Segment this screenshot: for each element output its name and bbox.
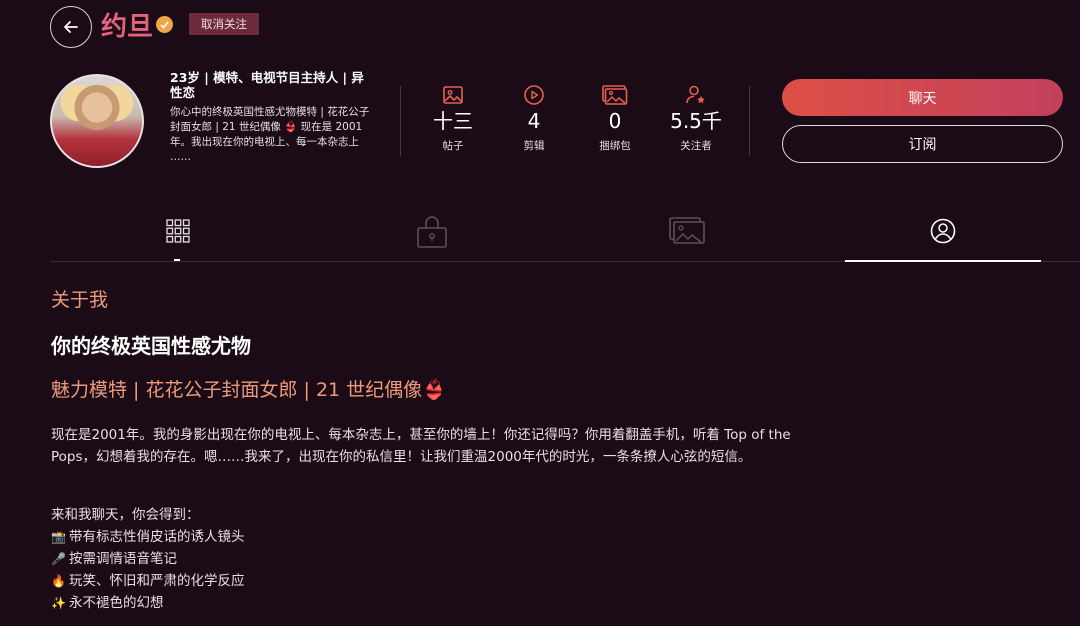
gallery-icon bbox=[669, 216, 705, 244]
about-list-intro: 来和我聊天，你会得到： bbox=[51, 507, 200, 523]
profile-tabs bbox=[50, 200, 1080, 262]
lock-icon bbox=[417, 215, 447, 248]
fire-icon: 🔥 bbox=[51, 574, 66, 588]
list-item-text: 按需调情语音笔记 bbox=[69, 551, 177, 567]
about-heading: 关于我 bbox=[51, 289, 109, 311]
list-item: 🔥 玩笑、怀旧和严肃的化学反应 bbox=[51, 570, 245, 592]
stat-bundles-value: 0 bbox=[608, 109, 622, 133]
sparkles-icon: ✨ bbox=[51, 596, 66, 610]
stat-followers-value: 5.5千 bbox=[670, 109, 722, 133]
list-item-text: 带有标志性俏皮话的诱人镜头 bbox=[69, 529, 245, 545]
stat-clips-label: 剪辑 bbox=[523, 140, 545, 152]
image-icon bbox=[443, 86, 463, 104]
subscribe-button[interactable]: 订阅 bbox=[782, 125, 1063, 163]
stats-divider-right bbox=[749, 86, 750, 156]
list-item: ✨ 永不褪色的幻想 bbox=[51, 592, 245, 614]
profile-icon bbox=[930, 218, 956, 243]
list-item: 📸 带有标志性俏皮话的诱人镜头 bbox=[51, 526, 245, 548]
play-icon bbox=[524, 85, 544, 105]
tab-bundles[interactable] bbox=[589, 200, 785, 261]
camera-icon: 📸 bbox=[51, 530, 66, 544]
tab-grid-indicator bbox=[174, 259, 180, 261]
bio-text: 你心中的终极英国性感尤物模特 | 花花公子封面女郎 | 21 世纪偶像 👙 现在… bbox=[170, 106, 370, 163]
unfollow-button[interactable]: 取消关注 bbox=[189, 13, 259, 35]
about-title: 你的终极英国性感尤物 bbox=[51, 334, 251, 358]
stat-posts-value: 十三 bbox=[433, 109, 473, 133]
list-item-text: 玩笑、怀旧和严肃的化学反应 bbox=[69, 573, 245, 589]
stat-clips-value: 4 bbox=[527, 109, 541, 133]
stat-clips[interactable]: 4 剪辑 bbox=[494, 84, 574, 153]
stat-posts-label: 帖子 bbox=[442, 140, 464, 152]
arrow-left-icon bbox=[64, 21, 78, 33]
back-button[interactable] bbox=[50, 6, 92, 48]
stats-divider-left bbox=[400, 86, 401, 156]
microphone-icon: 🎤 bbox=[51, 552, 66, 566]
stat-posts[interactable]: 十三 帖子 bbox=[413, 84, 493, 153]
list-item: 🎤 按需调情语音笔记 bbox=[51, 548, 245, 570]
about-subtitle: 魅力模特 | 花花公子封面女郎 | 21 世纪偶像👙 bbox=[51, 379, 446, 401]
user-star-icon bbox=[686, 85, 705, 104]
list-item-text: 永不褪色的幻想 bbox=[69, 595, 164, 611]
avatar bbox=[50, 74, 144, 168]
about-list: 来和我聊天，你会得到： 📸 带有标志性俏皮话的诱人镜头 🎤 按需调情语音笔记 🔥… bbox=[51, 504, 245, 614]
gallery-icon bbox=[602, 85, 628, 105]
stat-followers[interactable]: 5.5千 关注者 bbox=[656, 84, 736, 153]
profile-name: 约旦 bbox=[101, 12, 154, 42]
bio-title: 23岁 | 模特、电视节目主持人 | 异性恋 bbox=[170, 70, 364, 100]
tab-locked[interactable] bbox=[334, 200, 530, 261]
stat-followers-label: 关注者 bbox=[680, 140, 712, 152]
stat-bundles-label: 捆绑包 bbox=[599, 140, 631, 152]
bio: 23岁 | 模特、电视节目主持人 | 异性恋 你心中的终极英国性感尤物模特 | … bbox=[170, 70, 370, 165]
verified-badge-icon bbox=[156, 16, 173, 33]
tab-grid[interactable] bbox=[80, 200, 276, 261]
tab-about-active-indicator bbox=[845, 260, 1041, 262]
about-paragraph: 现在是2001年。我的身影出现在你的电视上、每本杂志上，甚至你的墙上！你还记得吗… bbox=[51, 427, 791, 465]
tab-about[interactable] bbox=[845, 200, 1041, 262]
stat-bundles[interactable]: 0 捆绑包 bbox=[575, 84, 655, 153]
chat-button[interactable]: 聊天 bbox=[782, 79, 1063, 116]
grid-icon bbox=[166, 218, 190, 243]
